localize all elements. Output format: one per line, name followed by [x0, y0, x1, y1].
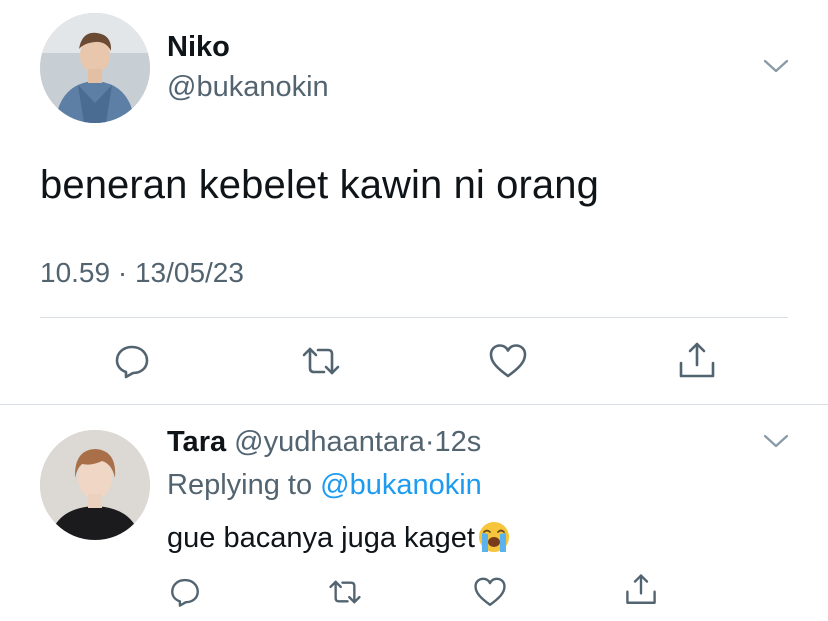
author-name[interactable]: Niko [167, 31, 230, 64]
share-button[interactable] [624, 573, 658, 607]
avatar[interactable] [40, 13, 150, 123]
loudly-crying-face-icon [477, 520, 511, 554]
heart-icon [474, 577, 506, 606]
speech-bubble-icon [115, 345, 149, 379]
reply-header: Tara @yudhaantara·12s [167, 426, 481, 459]
share-icon [626, 574, 656, 604]
replying-to: Replying to @bukanokin [167, 469, 482, 502]
reply-time[interactable]: 12s [435, 426, 482, 458]
heart-icon [489, 344, 527, 378]
retweet-icon [302, 347, 340, 375]
divider [40, 317, 788, 318]
reply-author-handle[interactable]: @yudhaantara [234, 426, 425, 458]
like-button[interactable] [473, 575, 507, 609]
author-handle[interactable]: @bukanokin [167, 71, 329, 104]
chevron-down-icon[interactable] [762, 57, 790, 77]
separator-dot: · [424, 426, 435, 458]
reply-button[interactable] [112, 341, 152, 381]
retweet-button[interactable] [328, 575, 362, 609]
retweet-button[interactable] [301, 341, 341, 381]
like-button[interactable] [488, 341, 528, 381]
reply-button[interactable] [168, 575, 202, 609]
share-button[interactable] [677, 341, 717, 381]
reply-text-content: gue bacanya juga kaget [167, 522, 475, 554]
replying-to-handle[interactable]: @bukanokin [320, 469, 482, 501]
reply-author-name[interactable]: Tara [167, 426, 226, 458]
share-icon [679, 342, 715, 378]
retweet-icon [329, 580, 361, 604]
reply-text: gue bacanya juga kaget [167, 520, 511, 555]
divider [0, 404, 828, 405]
avatar[interactable] [40, 430, 150, 540]
speech-bubble-icon [171, 578, 199, 607]
tweet-text: beneran kebelet kawin ni orang [40, 163, 599, 207]
main-tweet: Niko @bukanokin beneran kebelet kawin ni… [0, 0, 828, 404]
replying-to-label: Replying to [167, 469, 313, 501]
chevron-down-icon[interactable] [762, 432, 790, 452]
tweet-timestamp[interactable]: 10.59 · 13/05/23 [40, 257, 244, 289]
